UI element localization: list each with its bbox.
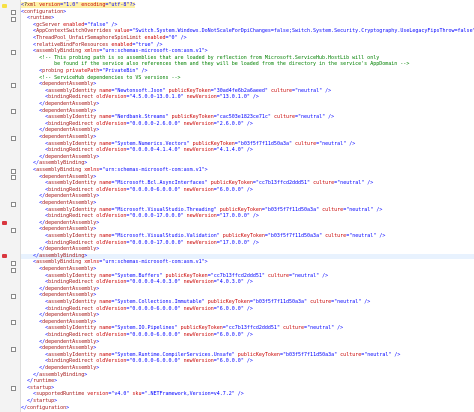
code-line[interactable]: </assemblyBinding> (21, 372, 474, 379)
code-line[interactable]: </configuration> (21, 405, 474, 412)
code-line[interactable]: </startup> (21, 398, 474, 405)
bookmark-icon (2, 3, 7, 8)
fold-toggle-icon[interactable] (11, 227, 16, 233)
code-area[interactable]: <?xml version="1.0" encoding="utf-8"?> <c… (21, 0, 474, 412)
fold-toggle-icon[interactable] (11, 168, 16, 174)
fold-toggle-icon[interactable] (11, 135, 16, 141)
code-line[interactable]: </runtime> (21, 378, 474, 385)
fold-toggle-icon[interactable] (11, 201, 16, 207)
fold-toggle-icon[interactable] (11, 260, 16, 266)
fold-toggle-icon[interactable] (11, 10, 16, 16)
fold-toggle-icon[interactable] (11, 320, 16, 326)
change-marker-icon (2, 254, 7, 259)
fold-toggle-icon[interactable] (11, 175, 16, 181)
fold-toggle-icon[interactable] (11, 346, 16, 352)
change-marker-icon (2, 221, 7, 226)
editor-gutter (0, 0, 21, 412)
code-line[interactable]: </dependentAssembly> (21, 365, 474, 372)
code-line[interactable]: <supportedRuntime version="v4.0" sku=".N… (21, 392, 474, 398)
code-line[interactable]: <?xml version="1.0" encoding="utf-8"?> (21, 2, 474, 9)
fold-toggle-icon[interactable] (11, 16, 16, 22)
fold-toggle-icon[interactable] (11, 49, 16, 55)
fold-toggle-icon[interactable] (11, 386, 16, 392)
code-line[interactable]: <configuration> (21, 9, 474, 16)
fold-toggle-icon[interactable] (11, 109, 16, 115)
code-line[interactable]: </dependentAssembly> (21, 154, 474, 161)
code-editor[interactable]: <?xml version="1.0" encoding="utf-8"?> <c… (0, 0, 474, 412)
fold-toggle-icon[interactable] (11, 82, 16, 88)
fold-toggle-icon[interactable] (11, 267, 16, 273)
code-line[interactable]: </dependentAssembly> (21, 246, 474, 253)
fold-toggle-icon[interactable] (11, 293, 16, 299)
